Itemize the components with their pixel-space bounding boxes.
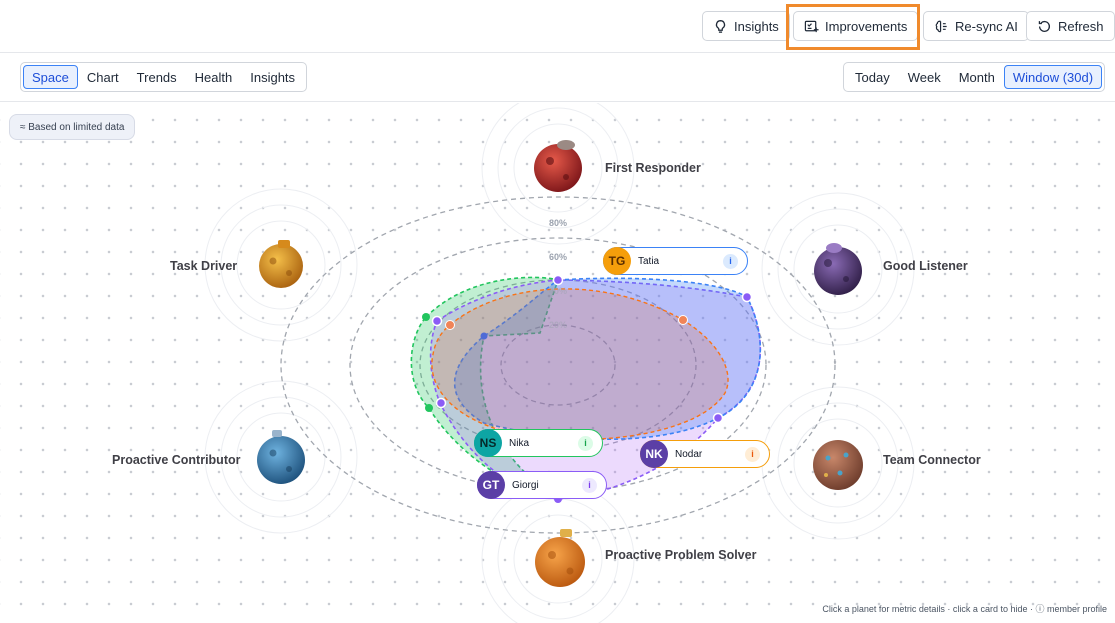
top-toolbar: Insights Improvements Re-sync AI Refresh	[0, 0, 1115, 53]
range-window-30d[interactable]: Window (30d)	[1003, 65, 1103, 89]
ring-label-60: 60%	[549, 252, 567, 262]
lightbulb-icon	[715, 19, 726, 33]
view-tab-bar: Space Chart Trends Health Insights Today…	[0, 54, 1115, 102]
info-icon[interactable]: i	[578, 435, 593, 451]
range-month[interactable]: Month	[950, 65, 1004, 89]
proactive-problem-solver-planet-icon[interactable]	[535, 529, 585, 587]
planet-label-proactive-contributor[interactable]: Proactive Contributor	[112, 453, 241, 467]
ring-label-40: 40%	[549, 286, 567, 296]
first-responder-planet-icon[interactable]	[534, 140, 582, 192]
tab-insights[interactable]: Insights	[241, 65, 304, 89]
brain-icon	[935, 20, 947, 32]
member-card-nodar[interactable]: NK Nodar i	[640, 440, 770, 468]
good-listener-planet-icon[interactable]	[814, 243, 862, 295]
avatar: TG	[603, 247, 631, 275]
footer-hint: Click a planet for metric details · clic…	[822, 604, 1107, 614]
tab-chart[interactable]: Chart	[78, 65, 128, 89]
member-name: Nodar	[675, 448, 703, 460]
resync-ai-button[interactable]: Re-sync AI	[923, 11, 1029, 41]
member-card-tatia[interactable]: TG Tatia i	[603, 247, 748, 275]
time-range-tabs: Today Week Month Window (30d)	[843, 62, 1106, 92]
avatar: NK	[640, 440, 668, 468]
refresh-button-label: Refresh	[1058, 18, 1104, 34]
refresh-button[interactable]: Refresh	[1026, 11, 1115, 41]
task-driver-planet-icon[interactable]	[259, 240, 303, 288]
improvements-highlight-frame	[786, 4, 920, 50]
space-canvas: ≈ Based on limited data 80% 60% 40% 20% …	[0, 103, 1115, 623]
member-name: Nika	[509, 437, 530, 449]
insights-button-label: Insights	[734, 18, 779, 34]
refresh-icon	[1038, 20, 1050, 32]
member-name: Giorgi	[512, 479, 539, 491]
member-card-giorgi[interactable]: GT Giorgi i	[477, 471, 607, 499]
resync-ai-button-label: Re-sync AI	[955, 18, 1018, 34]
orbit-graphic: 80% 60% 40% 20%	[204, 103, 915, 623]
info-icon[interactable]: i	[745, 446, 760, 462]
team-connector-planet-icon[interactable]	[813, 440, 863, 490]
avatar: GT	[477, 471, 505, 499]
member-name: Tatia	[638, 255, 660, 267]
ring-label-20: 20%	[549, 320, 567, 330]
info-icon[interactable]: i	[582, 477, 597, 493]
member-card-nika[interactable]: NS Nika i	[474, 429, 603, 457]
tab-health[interactable]: Health	[186, 65, 242, 89]
range-today[interactable]: Today	[846, 65, 899, 89]
tab-space[interactable]: Space	[23, 65, 78, 89]
view-tabs: Space Chart Trends Health Insights	[20, 62, 308, 92]
tab-trends[interactable]: Trends	[128, 65, 186, 89]
ring-label-80: 80%	[549, 218, 567, 228]
info-icon[interactable]: i	[723, 253, 738, 269]
range-week[interactable]: Week	[899, 65, 950, 89]
avatar: NS	[474, 429, 502, 457]
planet-label-task-driver[interactable]: Task Driver	[170, 259, 237, 273]
proactive-contributor-planet-icon[interactable]	[257, 430, 305, 484]
insights-button[interactable]: Insights	[702, 11, 790, 41]
planet-label-team-connector[interactable]: Team Connector	[883, 453, 981, 467]
planet-label-good-listener[interactable]: Good Listener	[883, 259, 968, 273]
planet-label-proactive-problem-solver[interactable]: Proactive Problem Solver	[605, 548, 756, 562]
planet-label-first-responder[interactable]: First Responder	[605, 161, 701, 175]
